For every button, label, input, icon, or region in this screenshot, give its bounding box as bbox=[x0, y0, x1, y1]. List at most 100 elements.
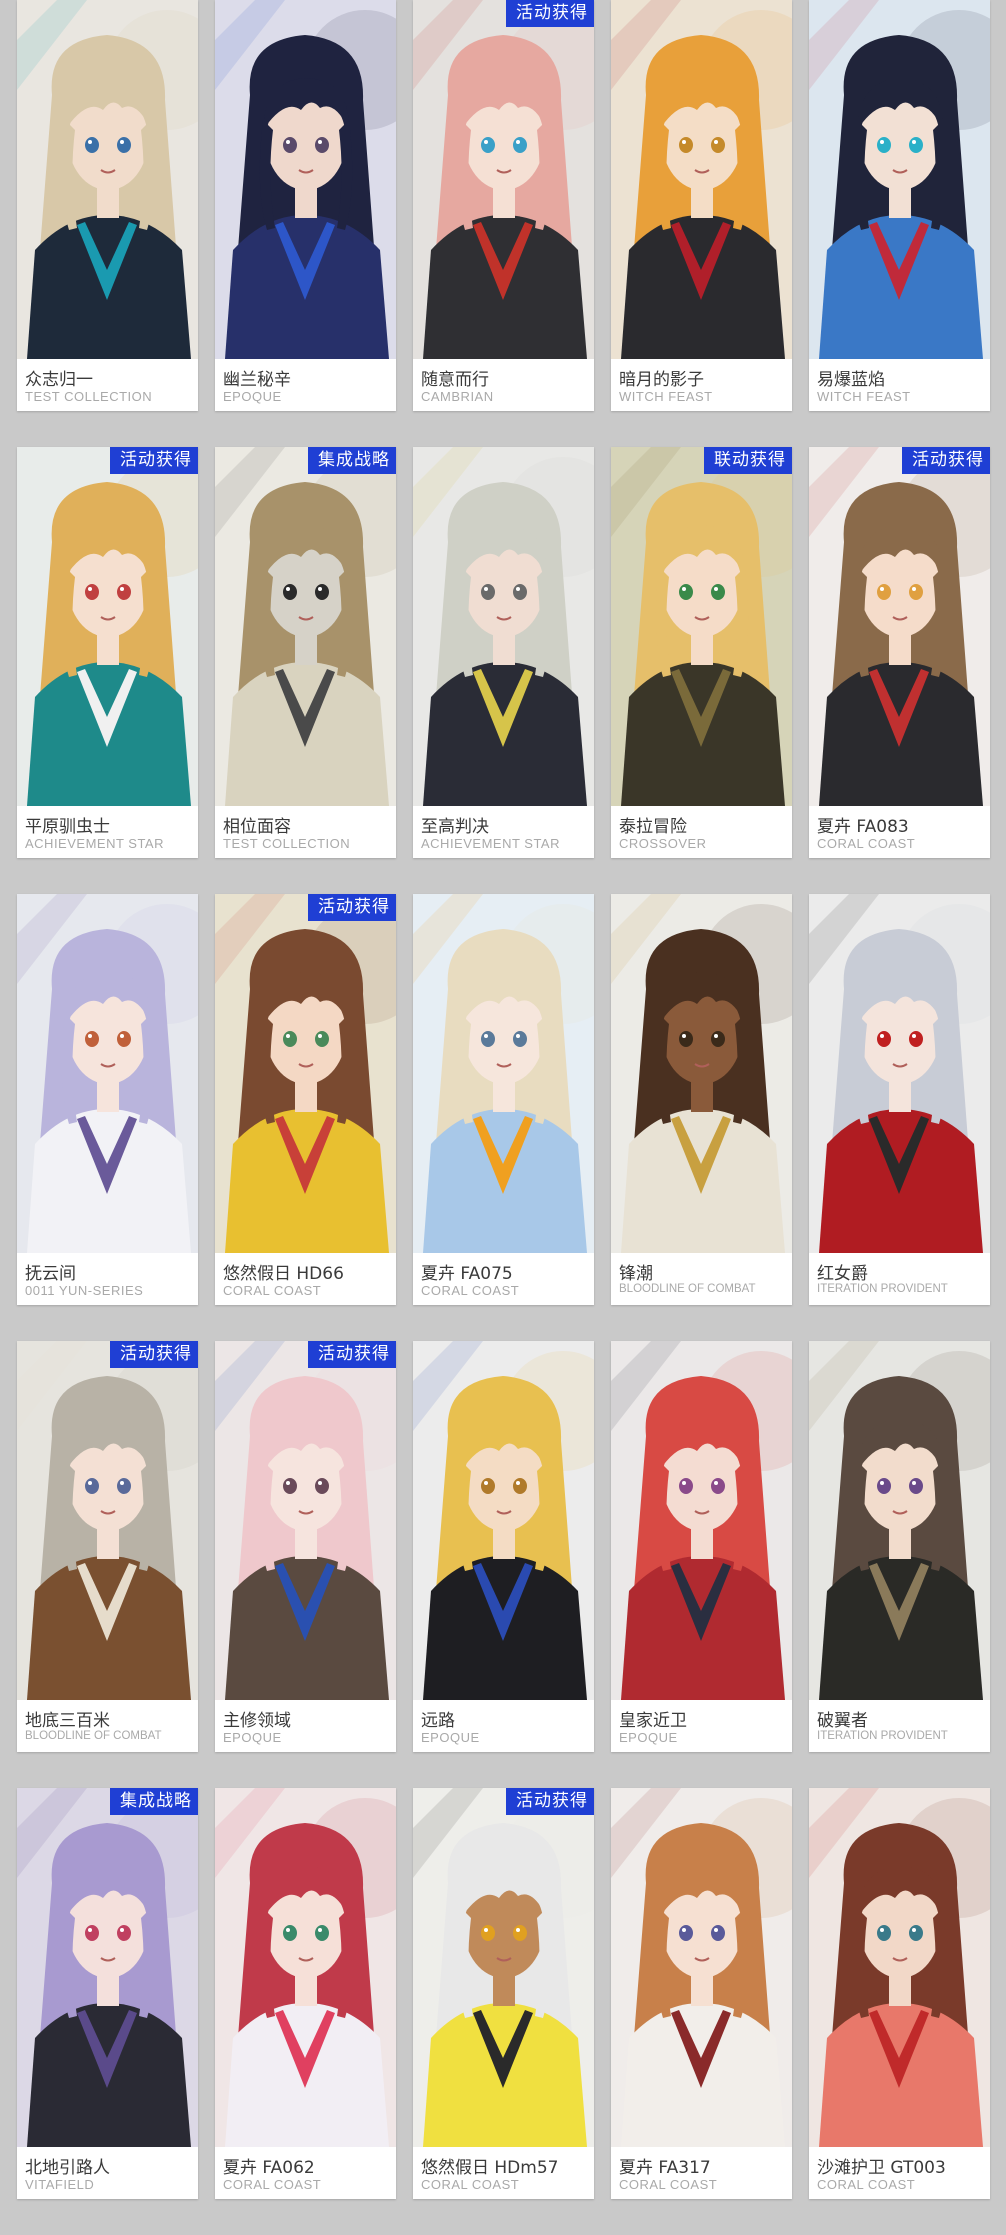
character-portrait bbox=[215, 1341, 396, 1700]
skin-card[interactable]: 抚云间 0011 YUN-SERIES bbox=[17, 894, 198, 1305]
skin-name: 至高判决 bbox=[421, 817, 489, 837]
character-portrait bbox=[215, 894, 396, 1253]
skin-card[interactable]: 至高判决 ACHIEVEMENT STAR bbox=[413, 447, 594, 858]
skin-card[interactable]: 暗月的影子 WITCH FEAST bbox=[611, 0, 792, 411]
character-portrait bbox=[413, 0, 594, 359]
skin-series: TEST COLLECTION bbox=[25, 389, 153, 404]
skin-name: 随意而行 bbox=[421, 370, 489, 390]
skin-name: 锋潮 bbox=[619, 1264, 653, 1284]
acquisition-badge: 活动获得 bbox=[110, 447, 198, 474]
skin-name: 皇家近卫 bbox=[619, 1711, 687, 1731]
acquisition-badge: 联动获得 bbox=[704, 447, 792, 474]
character-portrait bbox=[611, 1341, 792, 1700]
character-portrait bbox=[611, 894, 792, 1253]
skin-name: 远路 bbox=[421, 1711, 455, 1731]
skin-card[interactable]: 活动获得 主修领域 EPOQUE bbox=[215, 1341, 396, 1752]
skin-name: 悠然假日 HD66 bbox=[223, 1264, 344, 1284]
skin-info: 抚云间 0011 YUN-SERIES bbox=[17, 1253, 198, 1305]
character-portrait bbox=[611, 447, 792, 806]
skin-name: 相位面容 bbox=[223, 817, 291, 837]
acquisition-badge: 活动获得 bbox=[506, 1788, 594, 1815]
skin-name: 平原驯虫士 bbox=[25, 817, 110, 837]
character-portrait bbox=[215, 447, 396, 806]
skin-artwork bbox=[413, 0, 594, 359]
skin-card[interactable]: 夏卉 FA317 CORAL COAST bbox=[611, 1788, 792, 2199]
character-portrait bbox=[809, 1788, 990, 2147]
skin-series: EPOQUE bbox=[223, 389, 282, 404]
skin-series: CORAL COAST bbox=[619, 2177, 718, 2192]
skin-info: 平原驯虫士 ACHIEVEMENT STAR bbox=[17, 806, 198, 858]
acquisition-badge: 活动获得 bbox=[110, 1341, 198, 1368]
skin-series: CORAL COAST bbox=[223, 1283, 322, 1298]
skin-artwork bbox=[809, 0, 990, 359]
skin-artwork bbox=[611, 0, 792, 359]
skin-card[interactable]: 易爆蓝焰 WITCH FEAST bbox=[809, 0, 990, 411]
skin-series: WITCH FEAST bbox=[619, 389, 713, 404]
skin-artwork bbox=[809, 894, 990, 1253]
skin-card[interactable]: 沙滩护卫 GT003 CORAL COAST bbox=[809, 1788, 990, 2199]
character-portrait bbox=[17, 894, 198, 1253]
skin-info: 夏卉 FA062 CORAL COAST bbox=[215, 2147, 396, 2199]
skin-artwork bbox=[611, 1341, 792, 1700]
skin-card[interactable]: 夏卉 FA075 CORAL COAST bbox=[413, 894, 594, 1305]
skin-name: 沙滩护卫 GT003 bbox=[817, 2158, 946, 2178]
skin-card[interactable]: 活动获得 地底三百米 BLOODLINE OF COMBAT bbox=[17, 1341, 198, 1752]
character-portrait bbox=[611, 1788, 792, 2147]
skin-series: CORAL COAST bbox=[817, 2177, 916, 2192]
character-portrait bbox=[413, 894, 594, 1253]
skin-artwork bbox=[611, 447, 792, 806]
skin-card[interactable]: 集成战略相位面容 TEST COLLECTION bbox=[215, 447, 396, 858]
skin-name: 暗月的影子 bbox=[619, 370, 704, 390]
acquisition-badge: 集成战略 bbox=[110, 1788, 198, 1815]
skin-card[interactable]: 幽兰秘辛 EPOQUE bbox=[215, 0, 396, 411]
skin-info: 随意而行 CAMBRIAN bbox=[413, 359, 594, 411]
skin-card[interactable]: 破翼者 ITERATION PROVIDENT bbox=[809, 1341, 990, 1752]
character-portrait bbox=[215, 1788, 396, 2147]
skin-info: 锋潮 BLOODLINE OF COMBAT bbox=[611, 1253, 792, 1305]
skin-card[interactable]: 活动获得 悠然假日 HD66 CORAL COAST bbox=[215, 894, 396, 1305]
skin-artwork bbox=[413, 447, 594, 806]
skin-name: 夏卉 FA075 bbox=[421, 1264, 513, 1284]
skin-card[interactable]: 远路 EPOQUE bbox=[413, 1341, 594, 1752]
acquisition-badge: 集成战略 bbox=[308, 447, 396, 474]
skin-card[interactable]: 红女爵 ITERATION PROVIDENT bbox=[809, 894, 990, 1305]
skin-card[interactable]: 众志归一 TEST COLLECTION bbox=[17, 0, 198, 411]
skin-info: 暗月的影子 WITCH FEAST bbox=[611, 359, 792, 411]
character-portrait bbox=[413, 447, 594, 806]
acquisition-badge: 活动获得 bbox=[506, 0, 594, 27]
skin-series: CORAL COAST bbox=[223, 2177, 322, 2192]
character-portrait bbox=[17, 1788, 198, 2147]
skin-card[interactable]: 集成战略北地引路人 VITAFIELD bbox=[17, 1788, 198, 2199]
skin-card[interactable]: 夏卉 FA062 CORAL COAST bbox=[215, 1788, 396, 2199]
skin-artwork bbox=[215, 0, 396, 359]
skin-card[interactable]: 活动获得夏卉 FA083 CORAL COAST bbox=[809, 447, 990, 858]
skin-name: 易爆蓝焰 bbox=[817, 370, 885, 390]
skin-card[interactable]: 联动获得 泰拉冒险 CROSSOVER bbox=[611, 447, 792, 858]
skin-artwork bbox=[215, 894, 396, 1253]
skin-card[interactable]: 皇家近卫 EPOQUE bbox=[611, 1341, 792, 1752]
skin-info: 相位面容 TEST COLLECTION bbox=[215, 806, 396, 858]
skin-info: 北地引路人 VITAFIELD bbox=[17, 2147, 198, 2199]
acquisition-badge: 活动获得 bbox=[902, 447, 990, 474]
skin-card[interactable]: 活动获得平原驯虫士 ACHIEVEMENT STAR bbox=[17, 447, 198, 858]
skin-info: 幽兰秘辛 EPOQUE bbox=[215, 359, 396, 411]
skin-card[interactable]: 锋潮 BLOODLINE OF COMBAT bbox=[611, 894, 792, 1305]
skin-series: ACHIEVEMENT STAR bbox=[25, 836, 164, 851]
skin-name: 幽兰秘辛 bbox=[223, 370, 291, 390]
skin-info: 皇家近卫 EPOQUE bbox=[611, 1700, 792, 1752]
skin-series: ACHIEVEMENT STAR bbox=[421, 836, 560, 851]
skin-info: 主修领域 EPOQUE bbox=[215, 1700, 396, 1752]
skin-series: EPOQUE bbox=[421, 1730, 480, 1745]
skin-artwork bbox=[413, 894, 594, 1253]
character-portrait bbox=[809, 894, 990, 1253]
skin-card[interactable]: 活动获得随意而行 CAMBRIAN bbox=[413, 0, 594, 411]
skin-artwork bbox=[809, 1341, 990, 1700]
skin-artwork bbox=[17, 0, 198, 359]
skin-series: ITERATION PROVIDENT bbox=[817, 1283, 948, 1295]
skin-info: 夏卉 FA083 CORAL COAST bbox=[809, 806, 990, 858]
skin-card[interactable]: 活动获得 悠然假日 HDm57 CORAL COAST bbox=[413, 1788, 594, 2199]
skin-name: 北地引路人 bbox=[25, 2158, 110, 2178]
skin-info: 远路 EPOQUE bbox=[413, 1700, 594, 1752]
skin-artwork bbox=[809, 447, 990, 806]
skin-series: CORAL COAST bbox=[421, 2177, 520, 2192]
